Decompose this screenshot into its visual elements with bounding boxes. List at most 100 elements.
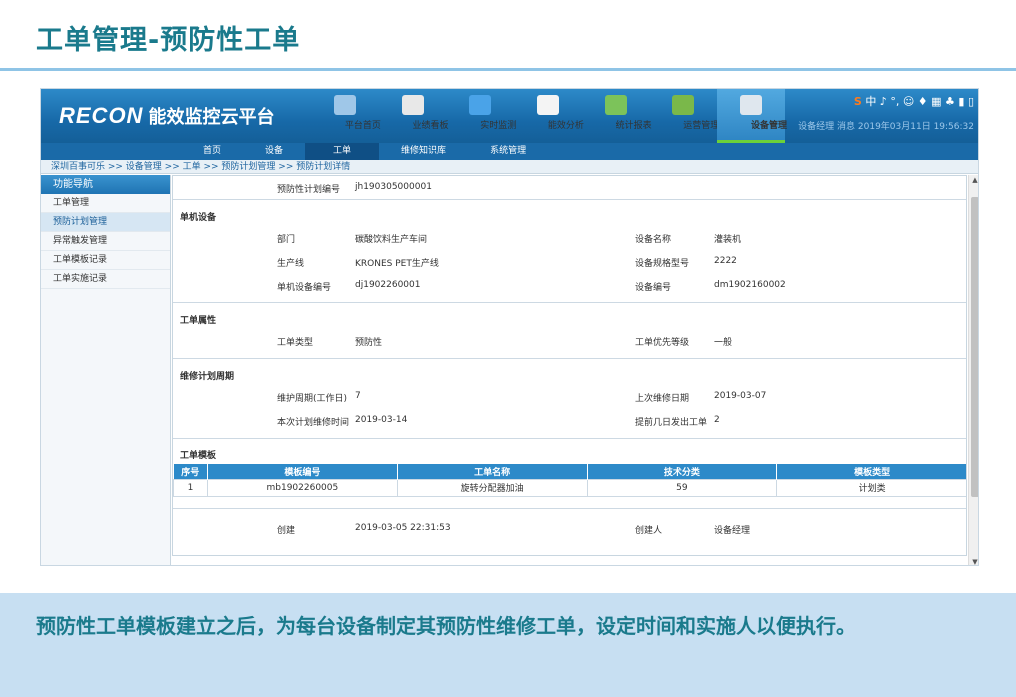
unit-no-value: dj1902260001 bbox=[355, 280, 421, 290]
creator-value: 设备经理 bbox=[714, 526, 751, 536]
nav-item-3[interactable]: 能效分析 bbox=[514, 89, 584, 143]
creator-label: 创建人 bbox=[635, 526, 663, 536]
people-icon bbox=[672, 95, 695, 115]
nav-item-label: 运营管理 bbox=[683, 121, 720, 131]
nav-item-label: 统计报表 bbox=[615, 121, 652, 131]
cycle-title: 维修计划周期 bbox=[180, 372, 235, 382]
last-date-value: 2019-03-07 bbox=[714, 391, 767, 401]
breadcrumb[interactable]: 深圳百事可乐 >> 设备管理 >> 工单 >> 预防计划管理 >> 预防计划详情 bbox=[41, 160, 978, 174]
template-title: 工单模板 bbox=[180, 451, 217, 461]
brand[interactable]: RECON 能效监控云平台 bbox=[59, 103, 274, 129]
subnav-item-1[interactable]: 设备 bbox=[243, 143, 305, 160]
brand-logo: RECON bbox=[59, 103, 144, 128]
user-info: 设备经理 消息 2019年03月11日 19:56:32 bbox=[798, 122, 974, 132]
sidebar-item-2[interactable]: 异常触发管理 bbox=[41, 232, 170, 251]
table-row[interactable]: 1 mb1902260005 旋转分配器加油 59 计划类 bbox=[173, 478, 966, 497]
nav-item-4[interactable]: 统计报表 bbox=[582, 89, 652, 143]
template-table: 序号 模板编号 工单名称 技术分类 模板类型 1 mb1902260005 旋转分配器加油 5… bbox=[173, 464, 966, 497]
table-header[interactable]: 工单名称 bbox=[397, 464, 588, 479]
table-cell: mb1902260005 bbox=[206, 478, 398, 497]
dept-value: 碳酸饮料生产车间 bbox=[355, 235, 428, 245]
table-cell: 1 bbox=[173, 478, 208, 497]
attrs-title: 工单属性 bbox=[180, 316, 217, 326]
line-label: 生产线 bbox=[277, 259, 305, 269]
caption-band: 预防性工单模板建立之后，为每台设备制定其预防性维修工单，设定时间和实施人以便执行… bbox=[0, 593, 1016, 697]
sidebar: 功能导航 工单管理 预防计划管理 异常触发管理 工单模板记录 工单实施记录 bbox=[41, 175, 171, 565]
next-date-label: 本次计划维修时间 bbox=[277, 418, 350, 428]
plan-no-label: 预防性计划编号 bbox=[277, 185, 341, 195]
report-screen-icon bbox=[604, 95, 627, 115]
created-section: 创建 2019-03-05 22:31:53 创建人 设备经理 bbox=[173, 508, 966, 555]
equipment-section: 单机设备 部门 碳酸饮料生产车间 设备名称 灌装机 生产线 KRONES PET… bbox=[173, 200, 966, 303]
period-value: 7 bbox=[355, 391, 361, 401]
top-header: RECON 能效监控云平台 平台首页 业绩看板 实时监测 能效分析 统计报表 运营管理 设备… bbox=[41, 89, 978, 143]
equip-no-value: dm1902160002 bbox=[714, 280, 786, 290]
type-value: 预防性 bbox=[355, 338, 383, 348]
sogou-icon: S bbox=[853, 95, 862, 108]
nav-item-label: 能效分析 bbox=[547, 121, 584, 131]
sidebar-heading: 功能导航 bbox=[41, 175, 170, 194]
slide-title: 工单管理-预防性工单 bbox=[36, 25, 301, 56]
nav-item-0[interactable]: 平台首页 bbox=[311, 89, 381, 143]
line-chart-icon bbox=[401, 95, 424, 115]
equip-no-label: 设备编号 bbox=[635, 283, 672, 293]
nav-item-1[interactable]: 业绩看板 bbox=[379, 89, 449, 143]
scroll-thumb[interactable] bbox=[971, 197, 978, 497]
line-value: KRONES PET生产线 bbox=[355, 259, 439, 269]
model-label: 设备规格型号 bbox=[635, 259, 690, 269]
nav-item-label: 平台首页 bbox=[344, 121, 381, 131]
type-label: 工单类型 bbox=[277, 338, 314, 348]
scroll-up-icon[interactable]: ▲ bbox=[969, 175, 978, 185]
created-value: 2019-03-05 22:31:53 bbox=[355, 523, 451, 533]
dept-label: 部门 bbox=[277, 235, 296, 245]
system-tray[interactable]: S 中 ♪ °, ☺ ♦ ▦ ♣ ▮ ▯ bbox=[854, 93, 974, 109]
app-screenshot: RECON 能效监控云平台 平台首页 业绩看板 实时监测 能效分析 统计报表 运营管理 设备… bbox=[40, 88, 979, 566]
equipment-title: 单机设备 bbox=[180, 213, 217, 223]
subnav-item-3[interactable]: 维修知识库 bbox=[379, 143, 468, 160]
table-cell: 59 bbox=[586, 478, 778, 497]
plan-no-section: 预防性计划编号 jh190305000001 bbox=[173, 176, 966, 200]
sub-nav: 首页 设备 工单 维修知识库 系统管理 bbox=[41, 143, 978, 160]
sidebar-item-4[interactable]: 工单实施记录 bbox=[41, 270, 170, 289]
sidebar-item-0[interactable]: 工单管理 bbox=[41, 194, 170, 213]
detail-panel: 预防性计划编号 jh190305000001 单机设备 部门 碳酸饮料生产车间 … bbox=[172, 175, 967, 556]
nav-item-2[interactable]: 实时监测 bbox=[446, 89, 517, 143]
subnav-item-2[interactable]: 工单 bbox=[305, 143, 380, 160]
scroll-down-icon[interactable]: ▼ bbox=[969, 557, 978, 565]
equip-name-value: 灌装机 bbox=[714, 235, 742, 245]
priority-value: 一般 bbox=[714, 338, 733, 348]
table-header[interactable]: 模板编号 bbox=[207, 464, 398, 479]
sidebar-item-1[interactable]: 预防计划管理 bbox=[41, 213, 170, 232]
nav-item-label: 业绩看板 bbox=[412, 121, 449, 131]
nav-item-6[interactable]: 设备管理 bbox=[717, 89, 787, 143]
unit-no-label: 单机设备编号 bbox=[277, 283, 332, 293]
priority-label: 工单优先等级 bbox=[635, 338, 690, 348]
next-date-value: 2019-03-14 bbox=[355, 415, 408, 425]
device-icon bbox=[739, 95, 762, 115]
period-label: 维护周期(工作日) bbox=[277, 394, 348, 404]
table-cell: 计划类 bbox=[776, 478, 966, 497]
subnav-item-0[interactable]: 首页 bbox=[181, 143, 243, 160]
table-header[interactable]: 序号 bbox=[173, 464, 208, 479]
table-cell: 旋转分配器加油 bbox=[396, 478, 588, 497]
brand-name: 能效监控云平台 bbox=[148, 107, 275, 127]
title-divider bbox=[0, 68, 1016, 71]
table-header[interactable]: 技术分类 bbox=[587, 464, 778, 479]
last-date-label: 上次维修日期 bbox=[635, 394, 690, 404]
system-tray-icons: 中 ♪ °, ☺ ♦ ▦ ♣ ▮ ▯ bbox=[865, 95, 974, 108]
table-header[interactable]: 模板类型 bbox=[776, 464, 966, 479]
nav-item-5[interactable]: 运营管理 bbox=[649, 89, 720, 143]
nav-item-label: 实时监测 bbox=[480, 121, 517, 131]
advance-label: 提前几日发出工单 bbox=[635, 418, 708, 428]
sidebar-item-3[interactable]: 工单模板记录 bbox=[41, 251, 170, 270]
subnav-item-4[interactable]: 系统管理 bbox=[468, 143, 548, 160]
bar-chart-icon bbox=[536, 95, 559, 115]
scrollbar[interactable]: ▲ ▼ bbox=[968, 175, 978, 565]
search-globe-icon bbox=[333, 95, 356, 115]
equip-name-label: 设备名称 bbox=[635, 235, 672, 245]
caption-text: 预防性工单模板建立之后，为每台设备制定其预防性维修工单，设定时间和实施人以便执行… bbox=[36, 614, 856, 638]
created-label: 创建 bbox=[277, 526, 296, 536]
plan-no-value: jh190305000001 bbox=[355, 182, 432, 192]
monitor-icon bbox=[469, 95, 492, 115]
nav-item-label: 设备管理 bbox=[750, 121, 787, 131]
